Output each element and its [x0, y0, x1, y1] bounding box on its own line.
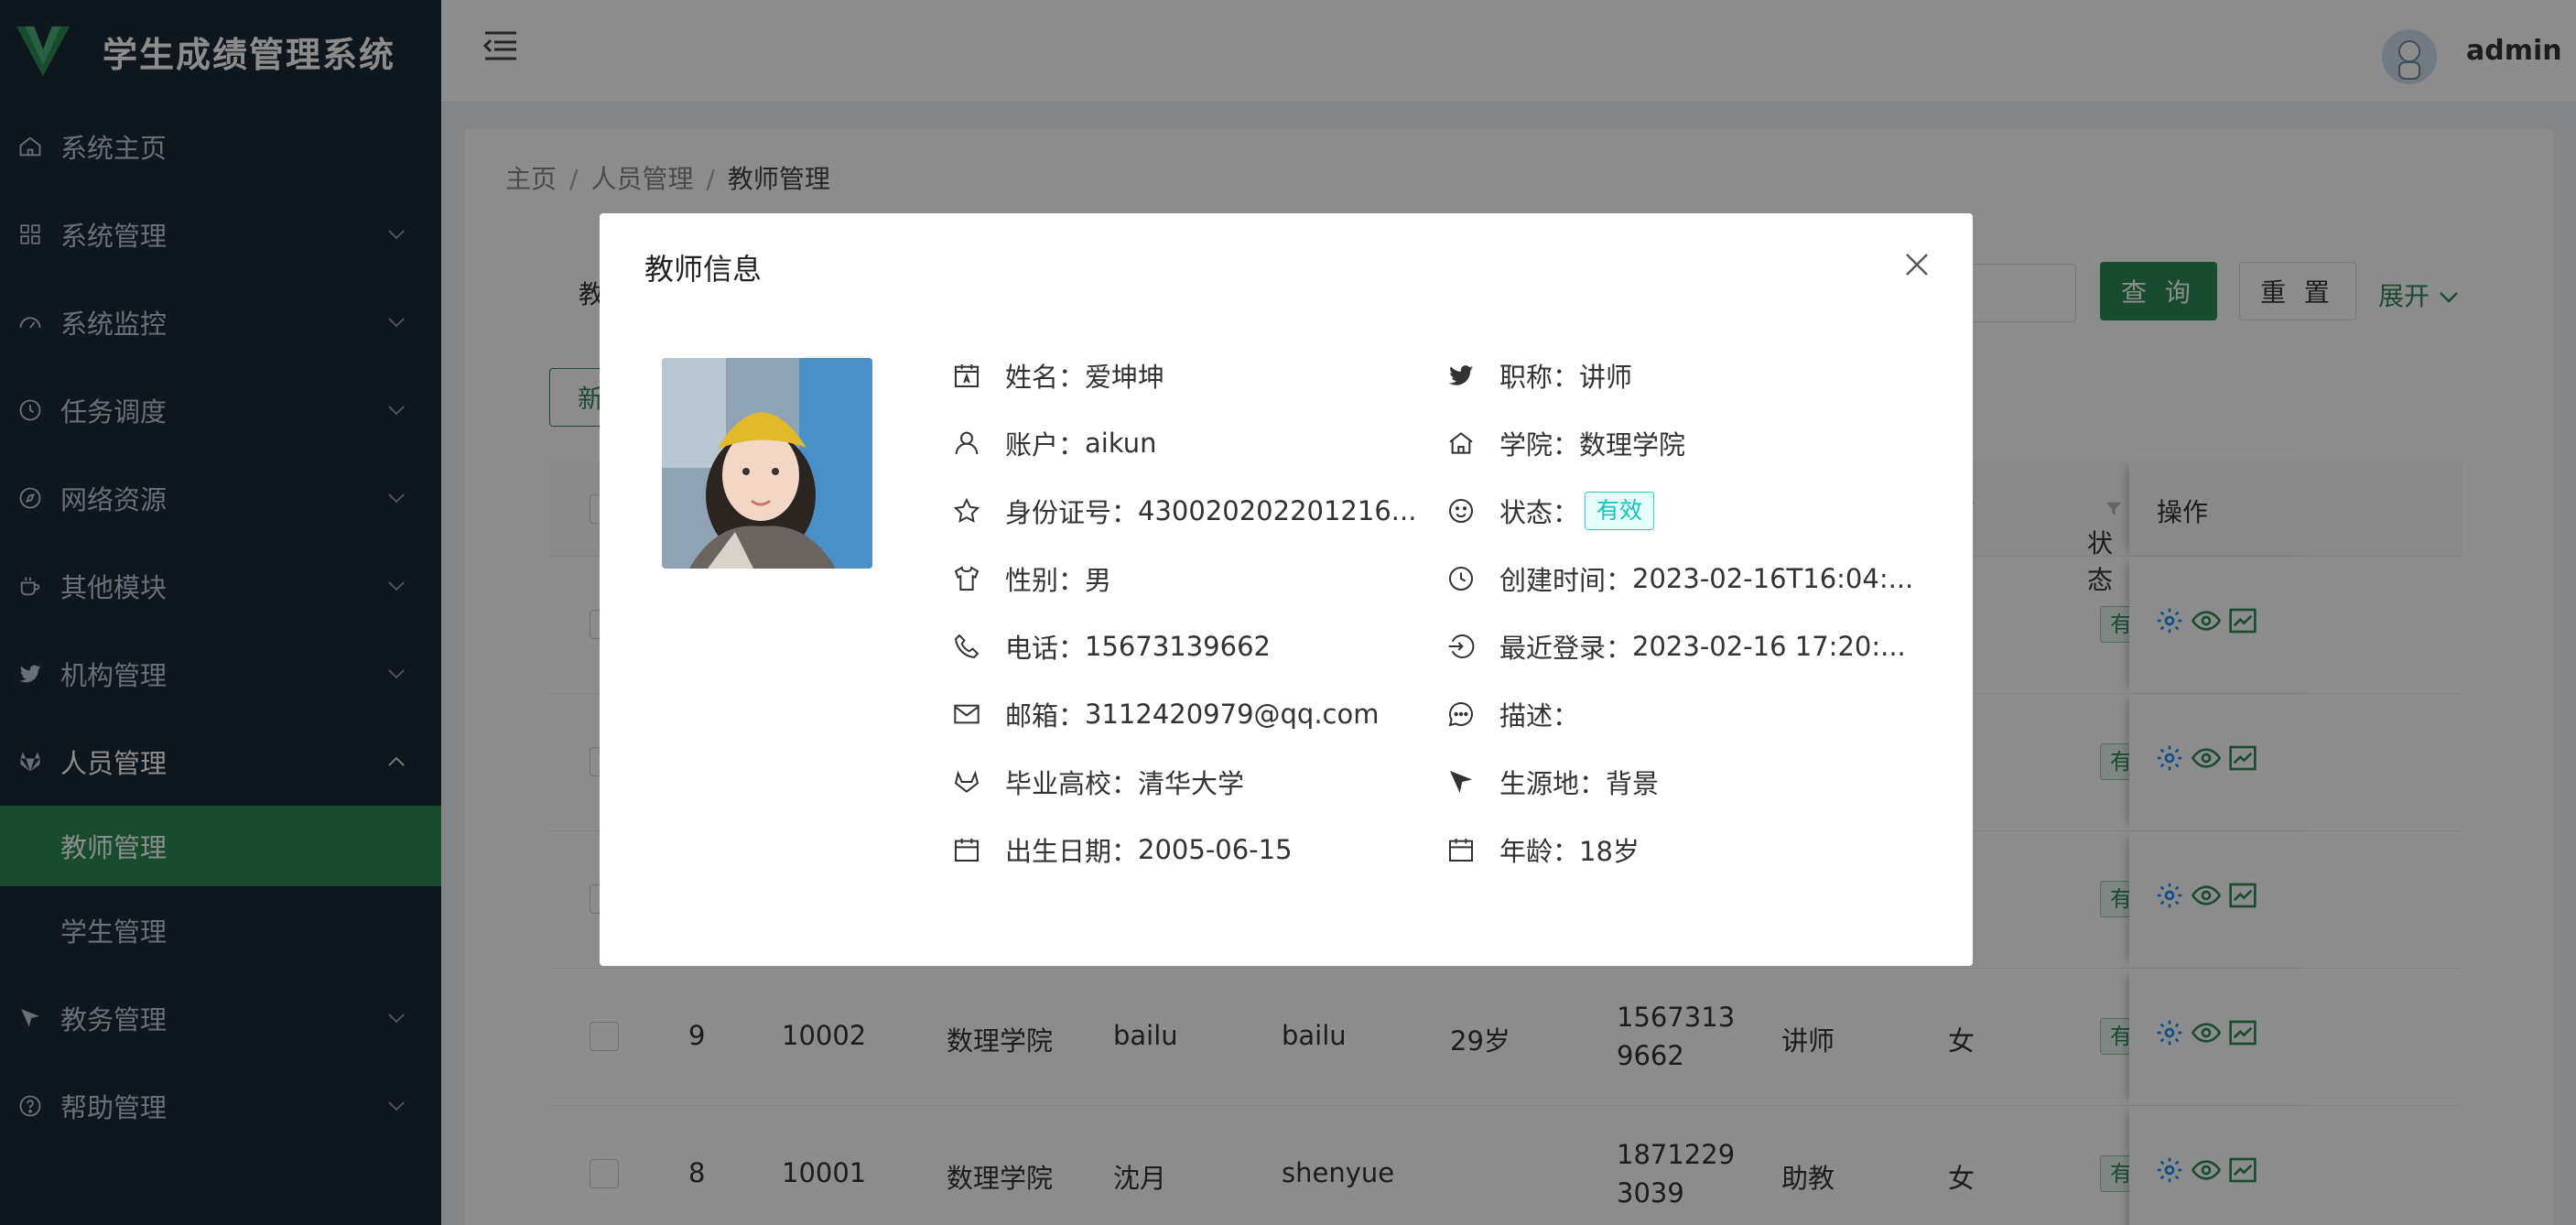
teacher-origin: 背景	[1606, 768, 1660, 799]
field-age: 年龄： 18岁	[1446, 830, 1640, 869]
field-school: 毕业高校： 清华大学	[952, 763, 1244, 801]
calendar-icon	[952, 835, 981, 864]
teacher-created-time: 2023-02-16T16:04:...	[1632, 563, 1914, 594]
teacher-age: 18岁	[1579, 836, 1640, 867]
field-origin: 生源地： 背景	[1446, 763, 1659, 801]
user-icon	[952, 428, 981, 458]
teacher-account: aikun	[1085, 428, 1157, 459]
teacher-info-modal: 教师信息 姓名： 爱坤坤 账户： aikun 身份证号： 43002020220121…	[600, 213, 1973, 966]
clock-icon	[1446, 564, 1476, 593]
field-status: 状态： 有效	[1446, 492, 1655, 530]
teacher-title: 讲师	[1579, 362, 1633, 393]
teacher-college: 数理学院	[1579, 429, 1686, 461]
teacher-phone: 15673139662	[1085, 631, 1271, 662]
smile-icon	[1446, 496, 1476, 526]
star-icon	[952, 496, 981, 526]
teacher-photo	[662, 358, 872, 569]
modal-title: 教师信息	[644, 252, 763, 287]
field-gender: 性别：男	[952, 559, 1111, 598]
login-icon	[1446, 632, 1476, 661]
mail-icon	[952, 699, 981, 729]
field-name: 姓名： 爱坤坤	[952, 356, 1164, 395]
field-description: 描述：	[1446, 695, 1579, 733]
teacher-birthday: 2005-06-15	[1138, 834, 1293, 865]
teacher-last-login: 2023-02-16 17:20:...	[1632, 631, 1906, 662]
field-phone: 电话： 15673139662	[952, 627, 1271, 666]
calendar-icon	[1446, 835, 1476, 864]
teacher-school: 清华大学	[1138, 768, 1245, 799]
teacher-name: 爱坤坤	[1085, 362, 1165, 393]
shirt-icon	[952, 564, 981, 593]
field-college: 学院： 数理学院	[1446, 424, 1685, 462]
teacher-id-number: 430020202201216...	[1138, 495, 1417, 526]
field-birthday: 出生日期： 2005-06-15	[952, 830, 1293, 869]
gitlab-icon	[952, 767, 981, 797]
message-icon	[1446, 699, 1476, 729]
field-email: 邮箱： 3112420979@qq.com	[952, 695, 1380, 733]
phone-icon	[952, 632, 981, 661]
close-icon[interactable]	[1904, 252, 1930, 277]
field-last-login: 最近登录： 2023-02-16 17:20:...	[1446, 627, 1906, 666]
teacher-email: 3112420979@qq.com	[1085, 699, 1380, 730]
field-title: 职称： 讲师	[1446, 356, 1632, 395]
home-icon	[1446, 428, 1476, 458]
status-badge: 有效	[1585, 492, 1655, 530]
teacher-gender: 男	[1085, 565, 1112, 596]
field-created: 创建时间： 2023-02-16T16:04:...	[1446, 559, 1913, 598]
calendar-id-icon	[952, 361, 981, 390]
twitter-icon	[1446, 361, 1476, 390]
field-account: 账户： aikun	[952, 424, 1157, 462]
field-id-number: 身份证号： 430020202201216...	[952, 492, 1416, 530]
send-icon	[1446, 767, 1476, 797]
